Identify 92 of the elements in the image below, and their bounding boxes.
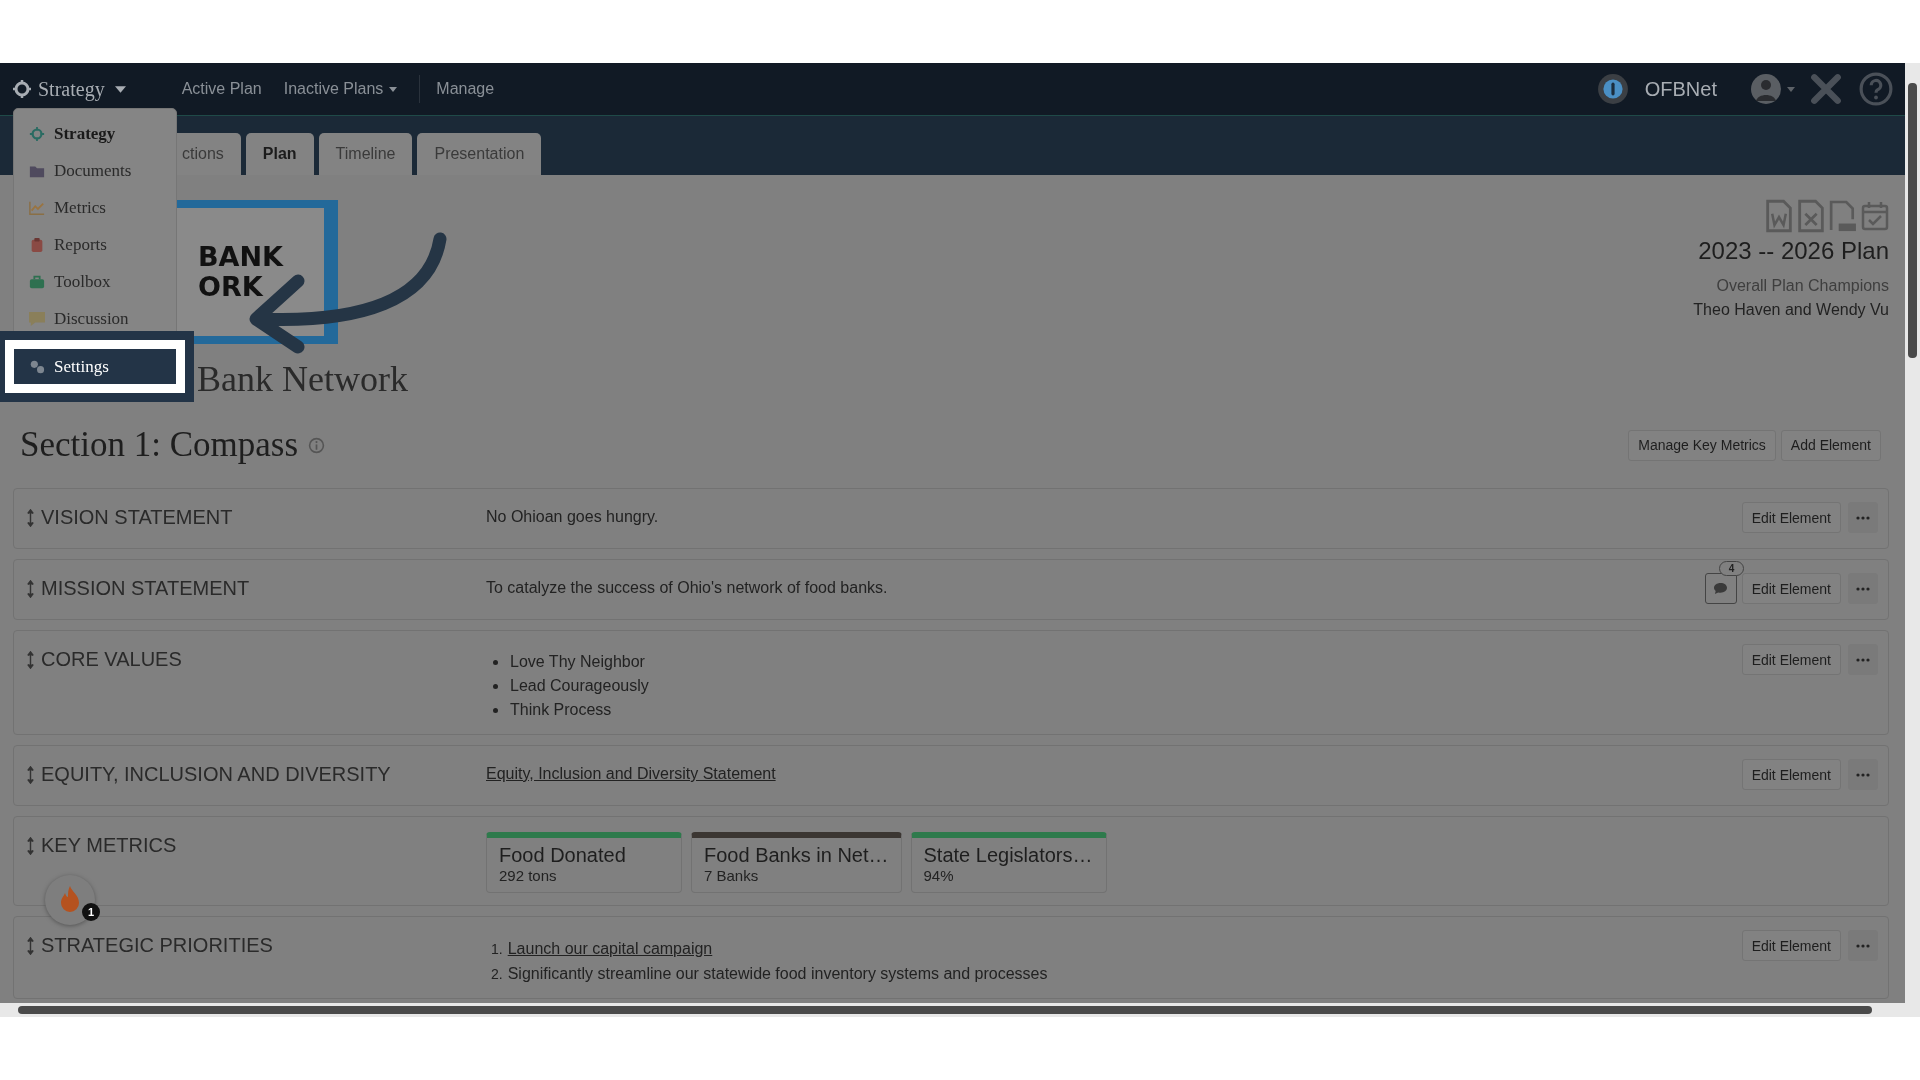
caret-icon[interactable] xyxy=(1787,86,1795,92)
metric-value: 94% xyxy=(923,867,955,884)
element-label: MISSION STATEMENT xyxy=(41,577,250,600)
clipboard-icon xyxy=(29,236,45,253)
metric-card[interactable]: Food Donated 292 tons xyxy=(486,832,682,893)
caret-icon xyxy=(114,85,126,93)
org-name: OFBNet xyxy=(1644,77,1717,101)
priority-text: Significantly streamline our statewide food inventory systems and processes xyxy=(507,964,1048,983)
logo-text: ORK xyxy=(198,272,264,302)
metric-title: State Legislators… xyxy=(923,844,1094,867)
org-title: Bank Network xyxy=(197,358,408,400)
chart-line-icon xyxy=(29,199,45,216)
more-icon xyxy=(1856,943,1870,948)
calendar-check-icon[interactable] xyxy=(1861,199,1889,233)
flame-icon xyxy=(61,886,79,912)
info-icon[interactable] xyxy=(308,436,326,454)
statement-link[interactable]: Equity, Inclusion and Diversity Statement xyxy=(486,765,776,782)
more-icon xyxy=(1856,515,1870,520)
strategy-menu-button[interactable]: Strategy xyxy=(12,77,126,101)
drag-handle-icon[interactable] xyxy=(26,579,35,598)
more-button[interactable] xyxy=(1848,930,1878,961)
element-label: VISION STATEMENT xyxy=(41,506,233,529)
champions-label: Overall Plan Champions xyxy=(1716,277,1889,295)
scroll-thumb[interactable] xyxy=(1908,83,1917,358)
element-text: No Ohioan goes hungry. xyxy=(486,508,659,525)
word-file-icon[interactable] xyxy=(1765,199,1793,233)
nav-link[interactable]: Manage xyxy=(436,80,495,98)
metric-card[interactable]: Food Banks in Net… 7 Banks xyxy=(691,832,902,893)
drag-handle-icon[interactable] xyxy=(26,508,35,527)
metric-title: Food Donated xyxy=(499,844,627,867)
section-title: Section 1: Compass xyxy=(20,425,299,465)
section-button[interactable]: Add Element xyxy=(1780,429,1881,461)
edit-element-button[interactable]: Edit Element xyxy=(1741,930,1841,961)
metric-card[interactable]: State Legislators… 94% xyxy=(910,832,1107,893)
edit-element-button[interactable]: Edit Element xyxy=(1741,759,1841,790)
more-button[interactable] xyxy=(1848,759,1878,790)
comment-count: 4 xyxy=(1718,561,1745,576)
more-button[interactable] xyxy=(1848,502,1878,533)
more-icon xyxy=(1856,657,1870,662)
plan-title: 2023 -- 2026 Plan xyxy=(1698,237,1889,265)
scroll-thumb[interactable] xyxy=(18,1006,1872,1014)
metric-title: Food Banks in Net… xyxy=(704,844,889,867)
menu-item[interactable]: Metrics xyxy=(14,189,176,226)
org-logo-icon xyxy=(1596,73,1629,105)
tab[interactable]: Plan xyxy=(245,133,314,175)
toolbox-icon xyxy=(29,273,45,290)
drag-handle-icon[interactable] xyxy=(26,650,35,669)
element-label: KEY METRICS xyxy=(41,834,177,857)
drag-handle-icon[interactable] xyxy=(26,765,35,784)
menu-item[interactable]: Reports xyxy=(14,226,176,263)
more-icon xyxy=(1856,772,1870,777)
logo-text: BANK xyxy=(198,242,285,272)
more-button[interactable] xyxy=(1848,573,1878,604)
element-label: EQUITY, INCLUSION AND DIVERSITY xyxy=(41,763,391,786)
nav-link[interactable]: Inactive Plans xyxy=(283,80,398,98)
edit-element-button[interactable]: Edit Element xyxy=(1741,502,1841,533)
edit-element-button[interactable]: Edit Element xyxy=(1741,644,1841,675)
horizontal-scrollbar[interactable] xyxy=(0,1003,1905,1017)
metric-value: 292 tons xyxy=(499,867,558,884)
tab[interactable]: Presentation xyxy=(417,133,542,175)
list-item: Think Process xyxy=(510,701,612,719)
section-button[interactable]: Manage Key Metrics xyxy=(1628,429,1776,461)
edit-element-button[interactable]: Edit Element xyxy=(1741,573,1841,604)
nav-link[interactable]: Active Plan xyxy=(181,80,262,98)
vertical-scrollbar[interactable] xyxy=(1905,63,1920,1017)
help-bubble[interactable] xyxy=(45,875,95,925)
comment-icon xyxy=(1714,582,1728,595)
excel-file-icon[interactable] xyxy=(1797,199,1825,233)
list-item: Lead Courageously xyxy=(510,677,649,695)
drag-handle-icon[interactable] xyxy=(26,936,35,955)
target-icon xyxy=(29,125,45,142)
metric-value: 7 Banks xyxy=(704,867,760,884)
element-text: To catalyze the success of Ohio's network of food banks. xyxy=(486,579,888,596)
target-icon xyxy=(12,79,32,99)
list-item: Love Thy Neighbor xyxy=(510,653,645,671)
tab[interactable]: Timeline xyxy=(318,133,413,175)
caret-icon xyxy=(389,86,398,92)
list-number: 2. xyxy=(491,965,503,982)
more-button[interactable] xyxy=(1848,644,1878,675)
menu-item[interactable]: Toolbox xyxy=(14,263,176,300)
avatar-icon[interactable] xyxy=(1751,74,1781,104)
menu-item[interactable]: Discussion xyxy=(14,300,176,337)
priority-link[interactable]: Launch our capital campaign xyxy=(507,939,713,958)
element-label: STRATEGIC PRIORITIES xyxy=(41,934,273,957)
list-number: 1. xyxy=(491,940,503,957)
drag-handle-icon[interactable] xyxy=(26,836,35,855)
more-icon xyxy=(1856,586,1870,591)
element-label: CORE VALUES xyxy=(41,648,182,671)
champions-names: Theo Haven and Wendy Vu xyxy=(1693,301,1889,319)
pdf-file-icon[interactable] xyxy=(1829,199,1857,233)
help-icon[interactable] xyxy=(1859,72,1893,106)
chat-icon xyxy=(29,310,45,327)
